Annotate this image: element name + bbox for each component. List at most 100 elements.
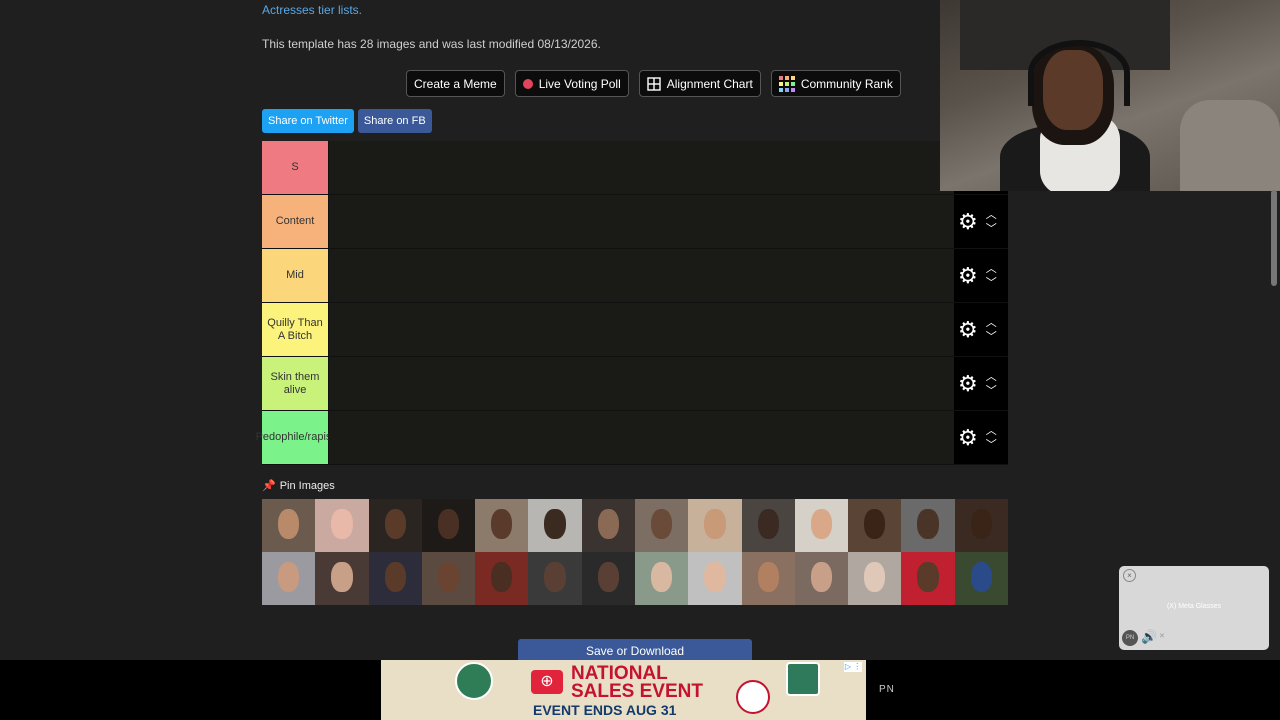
tier-label[interactable]: Content bbox=[262, 195, 329, 248]
image-thumbnail[interactable] bbox=[901, 552, 955, 605]
tier-drop-zone[interactable] bbox=[329, 249, 954, 302]
tier-label[interactable]: Skin them alive bbox=[262, 357, 329, 410]
chevron-down-icon[interactable]: ﹀ bbox=[986, 439, 997, 450]
move-arrows: ︿ ﹀ bbox=[986, 263, 997, 288]
pin-images-toggle[interactable]: 📌 Pin Images bbox=[262, 479, 335, 493]
image-thumbnail[interactable] bbox=[262, 552, 316, 605]
image-thumbnail[interactable] bbox=[528, 552, 582, 605]
gear-icon[interactable]: ⚙ bbox=[958, 372, 978, 395]
chevron-down-icon[interactable]: ﹀ bbox=[986, 277, 997, 288]
gear-icon[interactable]: ⚙ bbox=[958, 210, 978, 233]
image-thumbnail[interactable] bbox=[634, 552, 689, 605]
thumbnail-photo bbox=[864, 508, 886, 540]
close-icon[interactable]: × bbox=[1123, 569, 1136, 582]
ad-banner[interactable]: ⊕ NATIONAL SALES EVENT EVENT ENDS AUG 31… bbox=[381, 660, 866, 720]
image-thumbnail[interactable] bbox=[262, 499, 316, 552]
tier-drop-zone[interactable] bbox=[329, 411, 954, 464]
tier-row: Skin them alive ⚙ ︿ ﹀ bbox=[262, 357, 1008, 411]
live-voting-poll-label: Live Voting Poll bbox=[538, 76, 621, 91]
tier-controls: ⚙ ︿ ﹀ bbox=[954, 411, 1008, 464]
live-voting-poll-button[interactable]: Live Voting Poll bbox=[514, 70, 629, 97]
fox-badge-icon bbox=[786, 662, 820, 696]
community-rank-button[interactable]: Community Rank bbox=[770, 70, 901, 97]
move-arrows: ︿ ﹀ bbox=[986, 371, 997, 396]
image-thumbnail[interactable] bbox=[954, 499, 1008, 552]
image-thumbnail[interactable] bbox=[848, 499, 902, 552]
chevron-up-icon[interactable]: ︿ bbox=[986, 425, 997, 436]
create-meme-button[interactable]: Create a Meme bbox=[406, 70, 505, 97]
ad-info-icon[interactable]: ▷ ⋮ bbox=[844, 662, 862, 672]
chevron-down-icon[interactable]: ﹀ bbox=[986, 223, 997, 234]
thumbnail-photo bbox=[597, 508, 619, 540]
tier-label[interactable]: Quilly Than A Bitch bbox=[262, 303, 329, 356]
webcam-overlay bbox=[940, 0, 1280, 191]
thumbnail-photo bbox=[917, 508, 939, 540]
share-fb-button[interactable]: Share on FB bbox=[357, 109, 432, 133]
thumbnail-photo bbox=[650, 561, 673, 593]
chevron-up-icon[interactable]: ︿ bbox=[986, 263, 997, 274]
thumbnail-photo bbox=[704, 508, 726, 540]
chevron-down-icon[interactable]: ﹀ bbox=[986, 385, 997, 396]
thumbnail-photo bbox=[544, 561, 566, 593]
volume-icon[interactable]: 🔊 bbox=[1141, 629, 1157, 645]
thumbnail-photo bbox=[331, 561, 353, 593]
alignment-chart-button[interactable]: Alignment Chart bbox=[638, 70, 761, 97]
mini-player-badge: PN bbox=[1122, 630, 1138, 646]
image-thumbnail[interactable] bbox=[421, 552, 476, 605]
image-thumbnail[interactable] bbox=[315, 552, 369, 605]
thumbnail-photo bbox=[704, 561, 726, 593]
tier-label[interactable]: Pedophile/rapist bbox=[256, 411, 334, 464]
image-thumbnail[interactable] bbox=[475, 499, 529, 552]
image-thumbnail[interactable] bbox=[848, 552, 902, 605]
image-thumbnail[interactable] bbox=[475, 552, 529, 605]
scrollbar[interactable] bbox=[1271, 190, 1277, 286]
tier-drop-zone[interactable] bbox=[329, 303, 954, 356]
footer-tag: PN bbox=[879, 684, 895, 695]
gear-icon[interactable]: ⚙ bbox=[958, 264, 978, 287]
thumbnail-photo bbox=[597, 561, 619, 593]
thumbnail-photo bbox=[491, 508, 513, 540]
share-buttons: Share on Twitter Share on FB bbox=[262, 109, 432, 133]
image-thumbnail[interactable] bbox=[528, 499, 582, 552]
image-thumbnail[interactable] bbox=[741, 552, 795, 605]
chevron-down-icon[interactable]: ﹀ bbox=[986, 331, 997, 342]
image-thumbnail[interactable] bbox=[794, 499, 849, 552]
toyota-logo-icon: ⊕ bbox=[531, 670, 563, 694]
image-thumbnail[interactable] bbox=[634, 499, 689, 552]
image-thumbnail[interactable] bbox=[368, 552, 422, 605]
image-thumbnail[interactable] bbox=[421, 499, 476, 552]
tier-table: S Content ⚙ ︿ ﹀ Mid ⚙ ︿ ﹀ Quilly Than A Bi… bbox=[256, 141, 1008, 465]
image-pool bbox=[262, 499, 1008, 605]
image-thumbnail[interactable] bbox=[581, 552, 635, 605]
image-thumbnail[interactable] bbox=[901, 499, 955, 552]
image-thumbnail[interactable] bbox=[794, 552, 849, 605]
thumbnail-photo bbox=[757, 561, 779, 593]
tier-label[interactable]: Mid bbox=[262, 249, 329, 302]
tier-label[interactable]: S bbox=[262, 141, 329, 194]
chevron-up-icon[interactable]: ︿ bbox=[986, 317, 997, 328]
thumbnail-photo bbox=[544, 508, 566, 540]
tier-drop-zone[interactable] bbox=[329, 141, 954, 194]
image-thumbnail[interactable] bbox=[741, 499, 795, 552]
image-thumbnail[interactable] bbox=[954, 552, 1008, 605]
tier-list-category-link[interactable]: Actresses tier lists. bbox=[262, 3, 362, 17]
image-thumbnail[interactable] bbox=[581, 499, 635, 552]
ad-title-line2: SALES EVENT bbox=[571, 681, 703, 702]
tier-controls: ⚙ ︿ ﹀ bbox=[954, 357, 1008, 410]
share-twitter-button[interactable]: Share on Twitter bbox=[262, 109, 354, 133]
mini-video-player[interactable]: × (X) Meta Glasses PN 🔊 ✕ bbox=[1119, 566, 1269, 650]
gear-icon[interactable]: ⚙ bbox=[958, 426, 978, 449]
captions-icon[interactable]: ✕ bbox=[1159, 632, 1165, 640]
thumbnail-photo bbox=[331, 508, 353, 540]
tier-drop-zone[interactable] bbox=[329, 195, 954, 248]
chevron-up-icon[interactable]: ︿ bbox=[986, 209, 997, 220]
gear-icon[interactable]: ⚙ bbox=[958, 318, 978, 341]
tier-drop-zone[interactable] bbox=[329, 357, 954, 410]
chevron-up-icon[interactable]: ︿ bbox=[986, 371, 997, 382]
image-thumbnail[interactable] bbox=[368, 499, 422, 552]
image-thumbnail[interactable] bbox=[688, 552, 742, 605]
image-thumbnail[interactable] bbox=[315, 499, 369, 552]
thumbnail-photo bbox=[970, 508, 992, 540]
image-thumbnail[interactable] bbox=[688, 499, 742, 552]
pin-icon: 📌 bbox=[262, 480, 276, 492]
